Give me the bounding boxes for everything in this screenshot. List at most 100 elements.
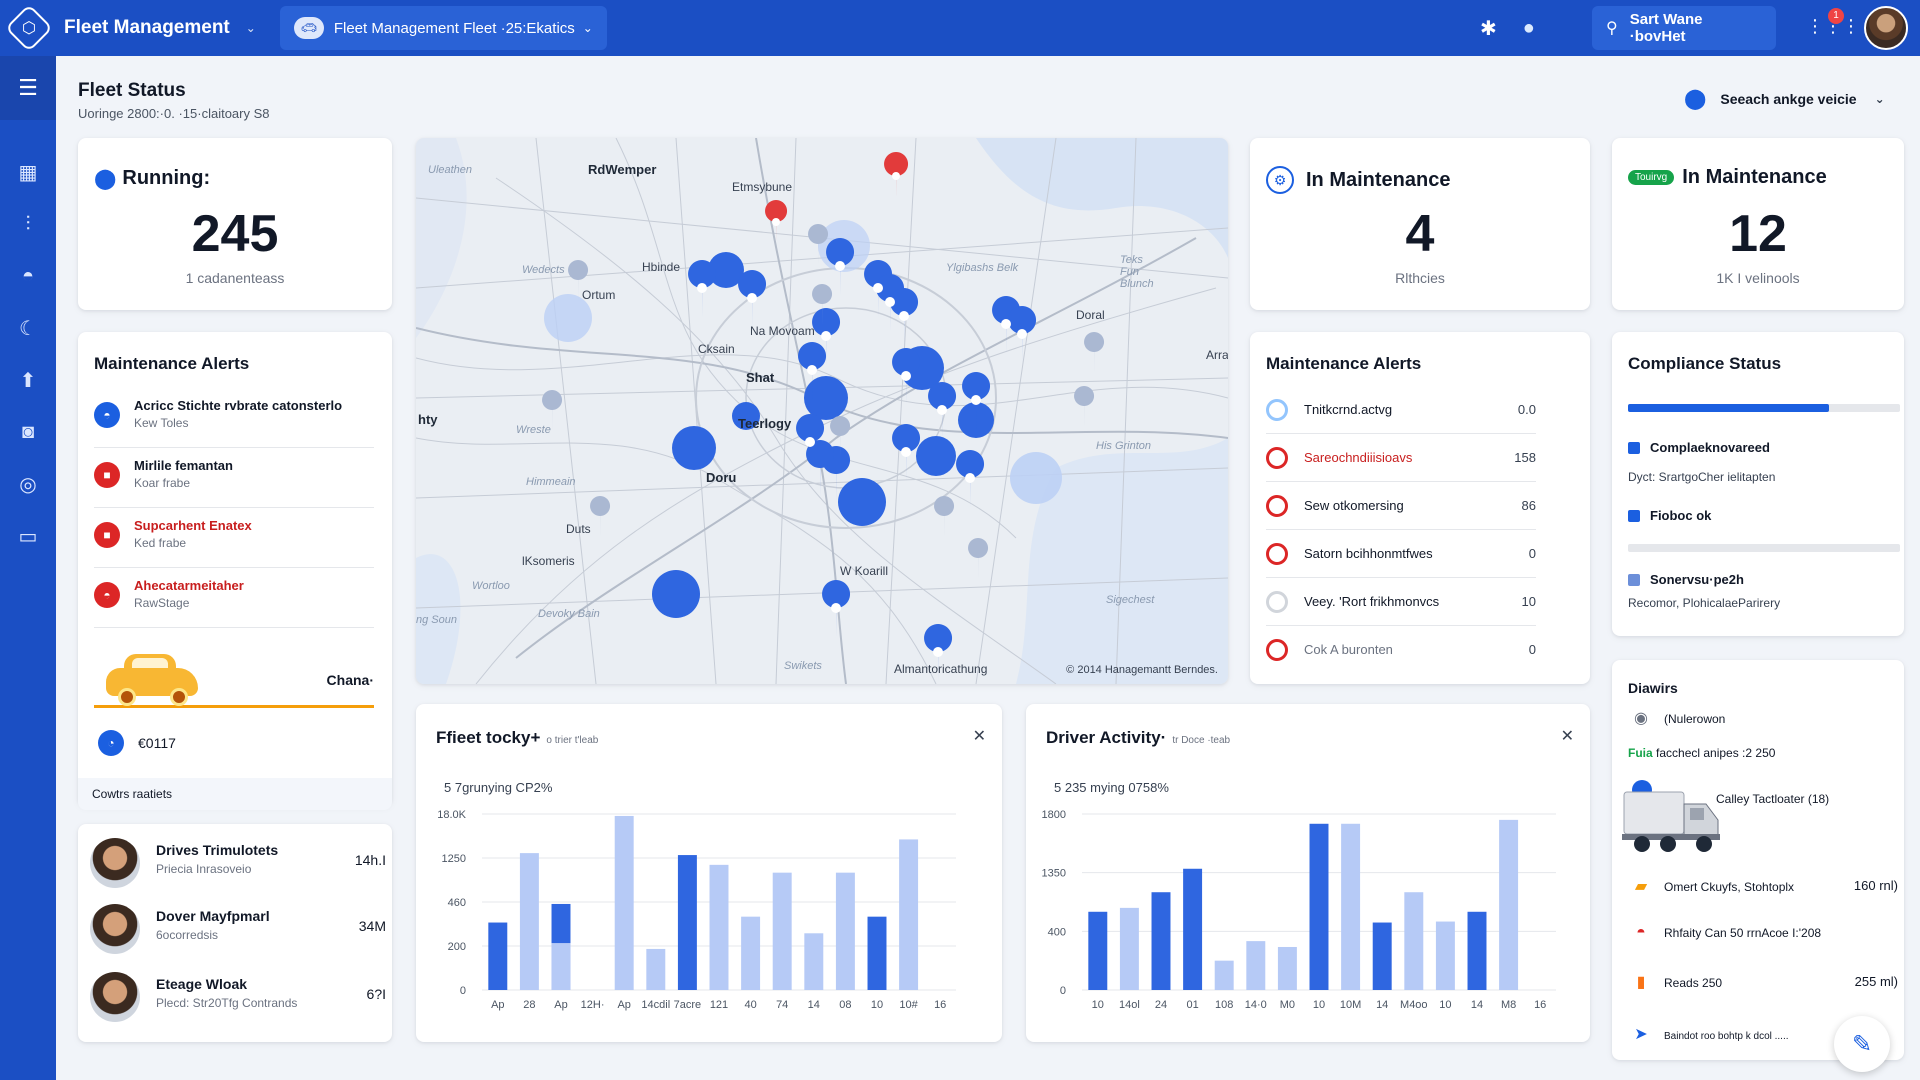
compliance-item[interactable]: Fioboc ok	[1628, 508, 1711, 523]
map-label: Arra	[1206, 348, 1228, 362]
fleet-chart-svg: 0 200 460 1250 18.0K Ap 28 Ap 12H· Ap 14cdil 7acre 1…	[437, 809, 956, 1011]
chart-bar[interactable]	[1277, 946, 1297, 990]
map-label: Etmsybune	[732, 180, 793, 194]
chart-bar[interactable]	[1499, 819, 1519, 990]
chart-bar[interactable]	[1404, 892, 1424, 990]
diawirs-item[interactable]: ▮ Reads 250 255 ml)	[1628, 972, 1898, 992]
avatar	[90, 904, 140, 954]
top-actions: ✱ ●	[1480, 0, 1535, 56]
map-pin-icon: ⬤	[94, 168, 117, 190]
chart-bar[interactable]	[1341, 823, 1361, 990]
alert-item[interactable]: ■ Supcarhent Enatex Ked frabe	[94, 508, 374, 568]
alert-item[interactable]: Tnitkcrnd.actvg 0.0	[1266, 386, 1536, 434]
x-tick-label: 01	[1186, 999, 1198, 1011]
compliance-item[interactable]: Complaeknovareed	[1628, 440, 1770, 455]
users-icon[interactable]: ⫶	[0, 204, 56, 244]
chart-bar[interactable]	[741, 916, 761, 990]
chart-bar[interactable]	[488, 922, 508, 990]
compliance-item[interactable]: Sonervsu·pe2h	[1628, 572, 1744, 587]
alert-item[interactable]: Satorn bcihhonmtfwes 0	[1266, 530, 1536, 578]
chart-bar[interactable]	[709, 864, 729, 990]
alert-item[interactable]: Sareochndiiisioavs 158	[1266, 434, 1536, 482]
diawirs-item[interactable]: ◓ Rhfaity Can 50 rrnAcoe I:'208	[1628, 924, 1898, 942]
chart-bar[interactable]	[677, 855, 697, 990]
chart-bar[interactable]	[1151, 892, 1171, 990]
vehicle-select[interactable]: ⬤ Seeach ankge veicie ⌄	[1684, 86, 1885, 111]
chart-bar[interactable]	[1372, 922, 1392, 990]
chart-bar[interactable]	[899, 839, 919, 990]
compliance-progress	[1628, 544, 1900, 552]
diawirs-item[interactable]: ▰ Omert Ckuyfs, Stohtoplx 160 rnl)	[1628, 876, 1898, 896]
driver-row[interactable]: Dover Mayfpmarl 6ocorredsis 34M	[90, 896, 386, 958]
search-button[interactable]: ⚲ Sart Wane ·bovHet	[1592, 6, 1776, 50]
building-icon[interactable]: ▦	[0, 152, 56, 192]
stat-card-maintenance-2[interactable]: Touirvg In Maintenance 12 1K I velinools	[1612, 138, 1904, 310]
alert-item[interactable]: Sew otkomersing 86	[1266, 482, 1536, 530]
chart-bar[interactable]	[1246, 941, 1266, 990]
stat-sub: 1K I velinools	[1716, 270, 1800, 286]
fleet-selector[interactable]: 🚗︎ Fleet Management Fleet ·25:Ekatics ⌄	[279, 6, 607, 50]
menu-icon[interactable]: ☰	[0, 56, 56, 120]
bell-icon[interactable]: ●	[1523, 17, 1535, 40]
x-tick-label: 14·0	[1245, 999, 1267, 1011]
car-icon[interactable]: ◓	[0, 256, 56, 296]
chart-bar[interactable]	[614, 815, 634, 990]
signal-icon[interactable]: ◎	[0, 464, 56, 504]
edit-fab-button[interactable]: ✎	[1834, 1016, 1890, 1072]
x-tick-label: 108	[1215, 999, 1233, 1011]
brand[interactable]: ⬡ Fleet Management ⌄	[4, 3, 256, 53]
chart-bar[interactable]	[551, 943, 571, 990]
map-label: Duts	[566, 522, 591, 536]
chart-bar[interactable]	[1435, 921, 1455, 990]
user-avatar[interactable]	[1864, 6, 1908, 50]
camera-icon[interactable]: ◙	[0, 412, 56, 452]
alert-item[interactable]: Cok A buronten 0	[1266, 626, 1536, 674]
chart-bar[interactable]	[804, 933, 824, 990]
stat-card-running[interactable]: ⬤ Running: 245 1 cadanenteass	[78, 138, 392, 310]
alert-count[interactable]: ◔ €0117	[98, 730, 176, 756]
diawirs-item-label: facchecl anipes :2 250	[1652, 746, 1776, 760]
chevron-down-icon[interactable]: ⌄	[246, 21, 256, 35]
chart-bar[interactable]	[646, 948, 666, 990]
fleet-map[interactable]: RdWemper Etmsybune Uleathen Hbinde Ylgib…	[416, 138, 1228, 684]
alert-sub: Kew Toles	[134, 416, 189, 430]
checkbox-icon	[1628, 573, 1640, 586]
alert-item[interactable]: ■ Mirlile femantan Koar frabe	[94, 448, 374, 508]
chart-bar[interactable]	[867, 916, 887, 990]
upload-icon[interactable]: ⬆	[0, 360, 56, 400]
diawirs-item[interactable]: Fuia facchecl anipes :2 250	[1628, 746, 1898, 760]
chart-bar[interactable]	[835, 872, 855, 990]
alert-value: 0	[1528, 642, 1536, 657]
alert-item[interactable]: Veey. 'Rort frikhmonvcs 10	[1266, 578, 1536, 626]
map-label: Uleathen	[428, 164, 473, 176]
truck-label[interactable]: Calley Tactloater (18)	[1716, 792, 1894, 806]
settings-icon[interactable]: ✱	[1480, 16, 1497, 41]
diawirs-item[interactable]: ◉ (Nulerowon	[1628, 708, 1898, 728]
alert-item[interactable]: ◓ Acricc Stichte rvbrate catonsterlo Kew…	[94, 388, 374, 448]
x-tick-label: 16	[934, 999, 946, 1011]
chart-bar[interactable]	[772, 872, 792, 990]
map-copyright: © 2014 Hanagemantt Berndes.	[1066, 664, 1218, 676]
map-label: RdWemper	[588, 162, 657, 177]
compliance-item-label: Complaeknovareed	[1650, 440, 1770, 455]
panel-footer-link[interactable]: Cowtrs raatiets	[78, 778, 392, 810]
alert-item[interactable]: ◓ Ahecatarmeitaher RawStage	[94, 568, 374, 628]
chart-bar[interactable]	[1088, 911, 1108, 990]
moon-icon[interactable]: ☾	[0, 308, 56, 348]
chart-bar[interactable]	[1183, 868, 1203, 990]
chart-bar[interactable]	[1309, 823, 1329, 990]
bus-icon[interactable]: ▭	[0, 516, 56, 556]
status-ring-icon	[1266, 399, 1288, 421]
chart-bar[interactable]	[1467, 911, 1487, 990]
driver-row[interactable]: Drives Trimulotets Priecia Inrasoveio 14…	[90, 830, 386, 892]
chart-bar[interactable]	[1119, 907, 1139, 990]
progress-fill	[1628, 404, 1830, 412]
status-ring-icon	[1266, 639, 1288, 661]
stat-card-maintenance[interactable]: ⚙ In Maintenance 4 Rlthcies	[1250, 138, 1590, 310]
chart-bar[interactable]	[519, 853, 539, 990]
x-tick-label: 10#	[899, 999, 918, 1011]
chart-bar[interactable]	[1214, 960, 1234, 990]
driver-row[interactable]: Eteage Wloak Plecd: Str20Tfg Contrands 6…	[90, 964, 386, 1026]
gauge-icon: ◔	[98, 730, 124, 756]
alert-sub: Koar frabe	[134, 476, 191, 490]
